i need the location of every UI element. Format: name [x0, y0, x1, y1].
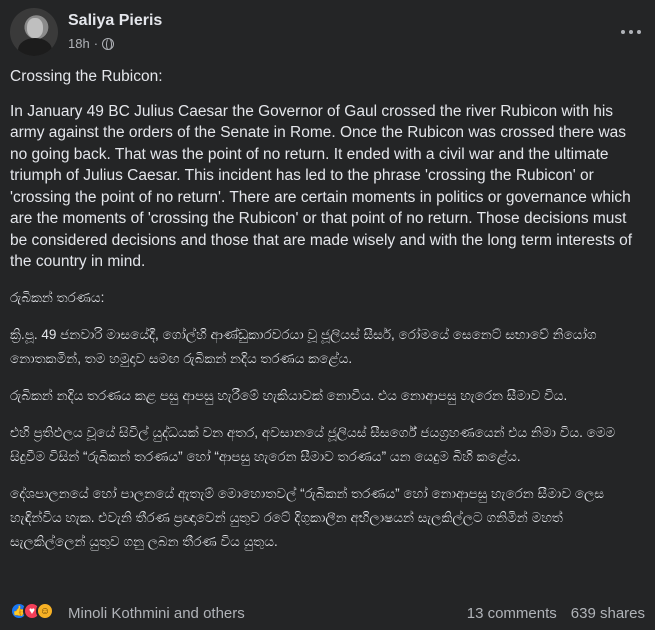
reaction-icons[interactable]: 👍 ♥ ☺ — [10, 602, 54, 620]
engagement-counts: 13 comments 639 shares — [467, 605, 645, 622]
post-paragraph-sinhala: ක්‍රි.පූ. 49 ජනවාරි මාසයේදී, ගෝල්හි ආණ්ඩ… — [10, 326, 597, 366]
post-paragraph-sinhala: රුබිකන් නදිය තරණය කළ පසු ආපසු හැරීමේ හැක… — [10, 387, 568, 403]
reactors-text[interactable]: Minoli Kothmini and others — [68, 605, 245, 622]
post-paragraph-sinhala: එහි ප්‍රතිඵලය වූයේ සිවිල් යුද්ධයක් වන අත… — [10, 424, 616, 464]
post-body: Crossing the Rubicon: In January 49 BC J… — [10, 66, 640, 567]
avatar-face — [27, 18, 43, 38]
post-title-sinhala: රුබිකන් තරණය: — [10, 289, 105, 305]
author-avatar[interactable] — [10, 8, 58, 56]
shares-count[interactable]: 639 shares — [571, 605, 645, 622]
post-meta: 18h · — [68, 36, 115, 51]
meta-separator: · — [93, 36, 99, 51]
dot — [621, 30, 625, 34]
facebook-post: Saliya Pieris 18h · Crossing the Rubicon… — [0, 0, 655, 630]
author-name[interactable]: Saliya Pieris — [68, 12, 162, 30]
post-time[interactable]: 18h — [68, 36, 90, 51]
post-title: Crossing the Rubicon: — [10, 68, 163, 85]
comments-count[interactable]: 13 comments — [467, 605, 557, 622]
post-footer: 👍 ♥ ☺ Minoli Kothmini and others 13 comm… — [10, 600, 645, 626]
post-header: Saliya Pieris 18h · — [10, 8, 650, 56]
globe-icon — [102, 37, 115, 51]
dot — [637, 30, 641, 34]
avatar-shoulders — [18, 38, 52, 56]
more-options-icon[interactable] — [616, 22, 646, 42]
post-paragraph-english: In January 49 BC Julius Caesar the Gover… — [10, 102, 633, 271]
post-paragraph-sinhala: දේශපාලනයේ හෝ පාලනයේ ඇතැම් මොහොතවල් “රුබි… — [10, 485, 605, 549]
care-icon: ☺ — [36, 602, 54, 620]
dot — [629, 30, 633, 34]
